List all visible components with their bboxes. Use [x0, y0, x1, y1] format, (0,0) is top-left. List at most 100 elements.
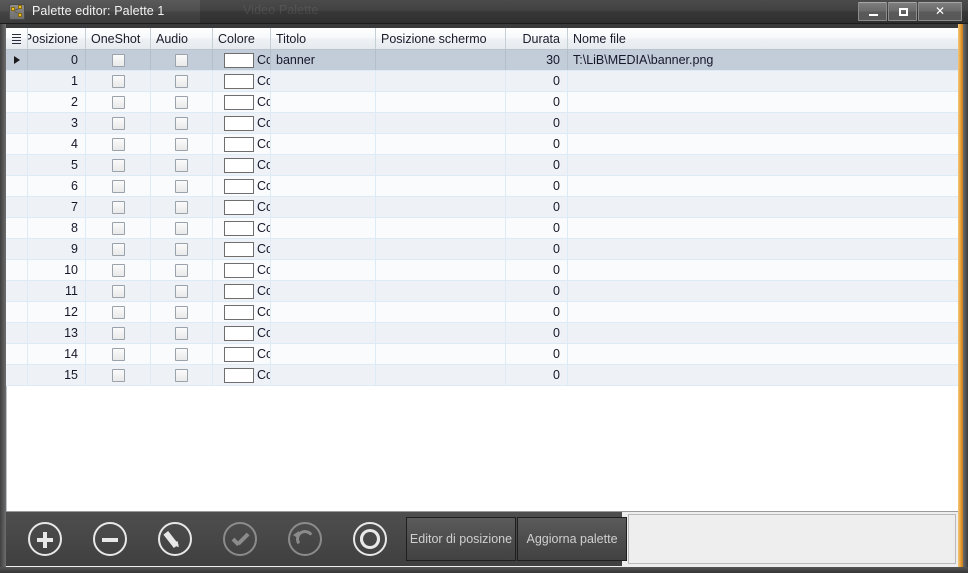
cell-nome-file[interactable]: [568, 92, 958, 112]
cell-posizione[interactable]: 4: [28, 134, 86, 154]
cell-posizione-schermo[interactable]: [376, 302, 506, 322]
cell-nome-file[interactable]: [568, 365, 958, 385]
cell-posizione-schermo[interactable]: [376, 281, 506, 301]
oneshot-checkbox[interactable]: [112, 200, 125, 214]
column-header-colore[interactable]: Colore: [213, 28, 271, 49]
oneshot-checkbox[interactable]: [112, 284, 125, 298]
aggiorna-palette-button[interactable]: Aggiorna palette: [517, 517, 627, 561]
cell-audio[interactable]: [151, 281, 213, 301]
cell-durata[interactable]: 0: [506, 176, 568, 196]
cell-posizione[interactable]: 9: [28, 239, 86, 259]
table-row[interactable]: 14 Col 0: [6, 344, 958, 365]
oneshot-checkbox[interactable]: [112, 368, 125, 382]
column-header-posizione[interactable]: Posizione: [28, 28, 86, 49]
table-row[interactable]: 15 Col 0: [6, 365, 958, 386]
row-selector[interactable]: [6, 260, 28, 280]
cell-titolo[interactable]: [271, 134, 376, 154]
color-swatch[interactable]: [224, 283, 254, 299]
cell-posizione[interactable]: 13: [28, 323, 86, 343]
row-selector[interactable]: [6, 113, 28, 133]
audio-checkbox[interactable]: [175, 326, 188, 340]
cell-nome-file[interactable]: [568, 239, 958, 259]
cell-audio[interactable]: [151, 218, 213, 238]
oneshot-checkbox[interactable]: [112, 95, 125, 109]
cell-titolo[interactable]: [271, 155, 376, 175]
table-row[interactable]: 10 Col 0: [6, 260, 958, 281]
row-selector[interactable]: [6, 71, 28, 91]
table-row[interactable]: 6 Col 0: [6, 176, 958, 197]
audio-checkbox[interactable]: [175, 179, 188, 193]
remove-icon[interactable]: [93, 522, 127, 556]
cell-colore[interactable]: Col: [213, 281, 271, 301]
cell-posizione[interactable]: 10: [28, 260, 86, 280]
table-row[interactable]: 8 Col 0: [6, 218, 958, 239]
cell-nome-file[interactable]: T:\LiB\MEDIA\banner.png: [568, 50, 958, 70]
cell-titolo[interactable]: [271, 218, 376, 238]
cell-durata[interactable]: 0: [506, 92, 568, 112]
cell-nome-file[interactable]: [568, 197, 958, 217]
cell-audio[interactable]: [151, 365, 213, 385]
audio-checkbox[interactable]: [175, 347, 188, 361]
table-row[interactable]: 5 Col 0: [6, 155, 958, 176]
cell-durata[interactable]: 0: [506, 239, 568, 259]
cell-audio[interactable]: [151, 302, 213, 322]
table-row[interactable]: 2 Col 0: [6, 92, 958, 113]
cell-nome-file[interactable]: [568, 155, 958, 175]
color-swatch[interactable]: [224, 367, 254, 383]
cell-nome-file[interactable]: [568, 113, 958, 133]
audio-checkbox[interactable]: [175, 284, 188, 298]
cell-oneshot[interactable]: [86, 50, 151, 70]
cell-audio[interactable]: [151, 50, 213, 70]
cell-nome-file[interactable]: [568, 281, 958, 301]
cell-oneshot[interactable]: [86, 134, 151, 154]
cell-oneshot[interactable]: [86, 239, 151, 259]
column-header-oneshot[interactable]: OneShot: [86, 28, 151, 49]
cell-colore[interactable]: Col: [213, 71, 271, 91]
refresh-icon[interactable]: [353, 522, 387, 556]
cell-oneshot[interactable]: [86, 92, 151, 112]
cell-oneshot[interactable]: [86, 260, 151, 280]
cell-titolo[interactable]: [271, 71, 376, 91]
cell-titolo[interactable]: [271, 344, 376, 364]
cell-posizione[interactable]: 5: [28, 155, 86, 175]
cell-posizione-schermo[interactable]: [376, 218, 506, 238]
audio-checkbox[interactable]: [175, 116, 188, 130]
color-swatch[interactable]: [224, 157, 254, 173]
cell-posizione[interactable]: 6: [28, 176, 86, 196]
cell-durata[interactable]: 0: [506, 218, 568, 238]
audio-checkbox[interactable]: [175, 242, 188, 256]
oneshot-checkbox[interactable]: [112, 74, 125, 88]
table-row[interactable]: 3 Col 0: [6, 113, 958, 134]
cell-audio[interactable]: [151, 155, 213, 175]
grid-header-select-all[interactable]: [6, 28, 28, 49]
grid-body[interactable]: 0Colbanner30T:\LiB\MEDIA\banner.png1Col0…: [6, 50, 958, 386]
row-selector[interactable]: [6, 197, 28, 217]
cell-posizione-schermo[interactable]: [376, 176, 506, 196]
cell-oneshot[interactable]: [86, 197, 151, 217]
cell-durata[interactable]: 0: [506, 197, 568, 217]
row-selector[interactable]: [6, 239, 28, 259]
editor-di-posizione-button[interactable]: Editor di posizione: [406, 517, 516, 561]
cell-oneshot[interactable]: [86, 281, 151, 301]
cell-nome-file[interactable]: [568, 323, 958, 343]
audio-checkbox[interactable]: [175, 305, 188, 319]
row-selector[interactable]: [6, 50, 28, 70]
color-swatch[interactable]: [224, 262, 254, 278]
cell-titolo[interactable]: [271, 239, 376, 259]
cell-colore[interactable]: Col: [213, 323, 271, 343]
column-header-titolo[interactable]: Titolo: [271, 28, 376, 49]
undo-icon[interactable]: [288, 522, 322, 556]
cell-audio[interactable]: [151, 197, 213, 217]
cell-audio[interactable]: [151, 344, 213, 364]
cell-colore[interactable]: Col: [213, 197, 271, 217]
color-swatch[interactable]: [224, 178, 254, 194]
cell-posizione[interactable]: 11: [28, 281, 86, 301]
cell-oneshot[interactable]: [86, 218, 151, 238]
cell-nome-file[interactable]: [568, 302, 958, 322]
cell-oneshot[interactable]: [86, 176, 151, 196]
cell-titolo[interactable]: [271, 281, 376, 301]
cell-posizione-schermo[interactable]: [376, 50, 506, 70]
cell-durata[interactable]: 0: [506, 260, 568, 280]
cell-posizione[interactable]: 12: [28, 302, 86, 322]
cell-nome-file[interactable]: [568, 176, 958, 196]
